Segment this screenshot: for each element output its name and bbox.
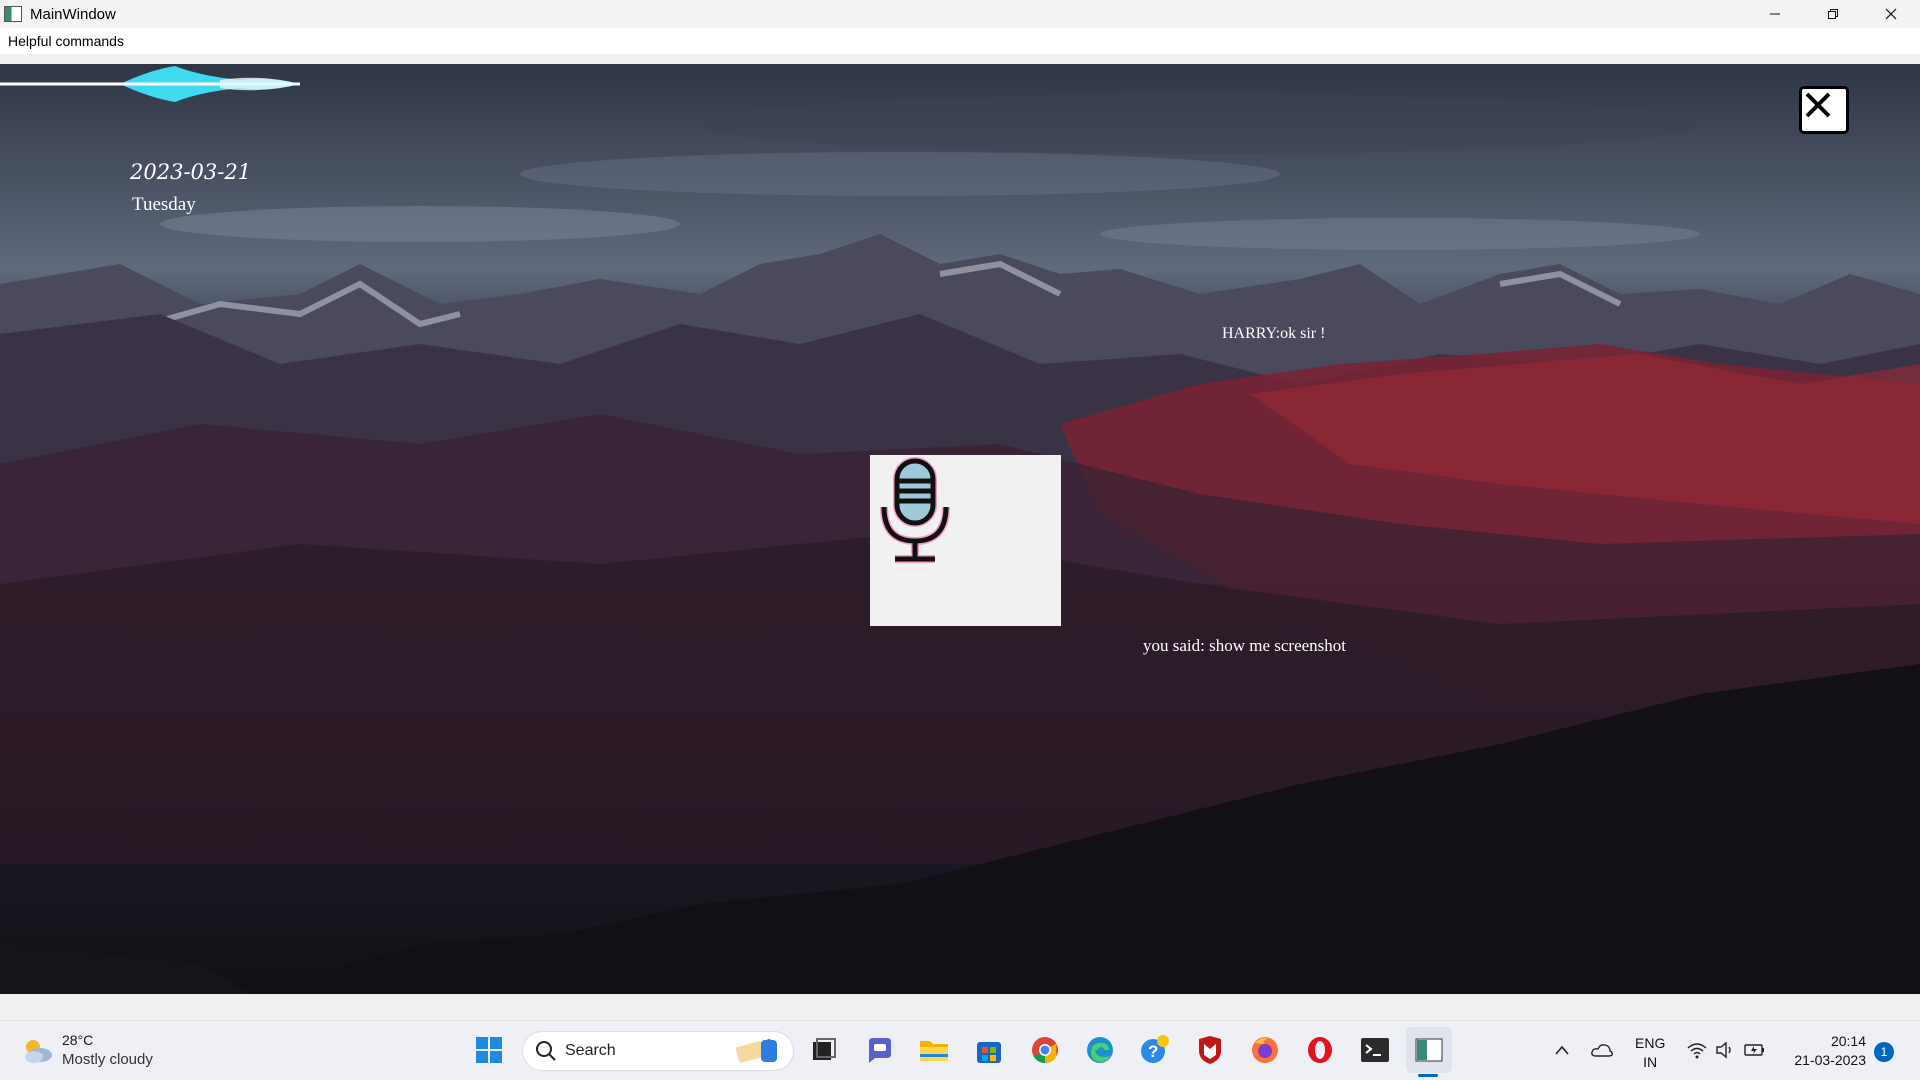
wifi-icon [1687,1043,1707,1059]
teams-chat-button[interactable] [862,1033,896,1067]
help-button[interactable]: ? [1138,1033,1172,1067]
language-code: ENG [1635,1035,1666,1051]
start-button[interactable] [472,1033,506,1067]
weather-desc: Mostly cloudy [62,1051,153,1068]
python-app-icon [1415,1038,1443,1062]
chrome-button[interactable] [1028,1033,1062,1067]
file-explorer-icon [920,1041,948,1061]
minimize-button[interactable] [1746,0,1804,28]
edge-button[interactable] [1083,1033,1117,1067]
voice-waveform-icon [0,66,300,102]
firefox-button[interactable] [1248,1033,1282,1067]
region-code: IN [1643,1054,1658,1070]
window-controls [1746,0,1920,28]
clock-time: 20:14 [1830,1033,1866,1049]
window-title: MainWindow [30,5,116,23]
weather-widget[interactable]: 28°C Mostly cloudy [20,1031,153,1069]
title-bar: MainWindow [0,0,1920,28]
start-icon [476,1037,502,1063]
firefox-icon [1252,1037,1278,1063]
user-speech-text: you said: show me screenshot [1143,636,1347,655]
minimize-icon [1770,13,1780,15]
task-view-icon [813,1038,836,1060]
assistant-reply: HARRY:ok sir ! [1222,325,1326,342]
background-scene: 2023-03-21 Tuesday HARRY:ok sir ! you sa… [0,64,1920,994]
svg-text:?: ? [1148,1042,1158,1061]
file-explorer-button[interactable] [917,1033,951,1067]
search-bar[interactable]: Search [522,1031,794,1071]
terminal-icon [1361,1038,1389,1062]
python-app-button[interactable] [1412,1033,1446,1067]
taskbar: 28°C Mostly cloudy Search ? ENG IN 20:14… [0,1020,1920,1080]
active-app-indicator [1418,1074,1438,1077]
search-highlight-icon [735,1039,777,1063]
battery-icon [1744,1044,1764,1056]
microphone-icon [880,457,950,563]
restore-button[interactable] [1804,0,1862,28]
menu-helpful-commands[interactable]: Helpful commands [0,33,132,49]
weekday-label: Tuesday [132,194,196,215]
edge-icon [1087,1037,1113,1063]
store-button[interactable] [972,1033,1006,1067]
opera-button[interactable] [1303,1033,1337,1067]
terminal-button[interactable] [1358,1033,1392,1067]
clock[interactable]: 20:14 21-03-2023 [1784,1032,1866,1070]
chevron-up-icon [1555,1045,1569,1055]
menu-bar: Helpful commands [0,28,1920,54]
volume-icon [1716,1041,1731,1059]
microphone-button[interactable] [870,455,1061,626]
close-icon [1805,92,1831,118]
cloud-icon [1591,1044,1613,1057]
onedrive-button[interactable] [1585,1033,1619,1067]
chrome-icon [1032,1037,1058,1064]
battery-button[interactable] [1738,1033,1772,1067]
menu-separator [0,54,1920,64]
mcafee-button[interactable] [1193,1033,1227,1067]
weather-temp: 28°C [62,1032,94,1048]
language-indicator[interactable]: ENG IN [1635,1034,1665,1072]
mcafee-icon [1199,1036,1221,1064]
store-icon [977,1042,1001,1063]
exit-button[interactable] [1799,86,1849,134]
cloud-sun-icon [25,1040,52,1063]
search-icon [536,1041,556,1061]
app-icon [4,6,22,22]
close-icon [1885,8,1897,20]
task-view-button[interactable] [807,1033,841,1067]
teams-chat-icon [869,1038,891,1063]
date-label: 2023-03-21 [130,160,252,184]
notification-badge[interactable]: 1 [1874,1042,1894,1062]
search-label: Search [565,1042,616,1059]
close-button[interactable] [1862,0,1920,28]
clock-date: 21-03-2023 [1794,1052,1866,1068]
volume-button[interactable] [1708,1033,1742,1067]
opera-icon [1308,1037,1332,1063]
show-hidden-icons-button[interactable] [1545,1033,1579,1067]
restore-icon [1828,9,1838,19]
help-icon: ? [1141,1035,1169,1063]
